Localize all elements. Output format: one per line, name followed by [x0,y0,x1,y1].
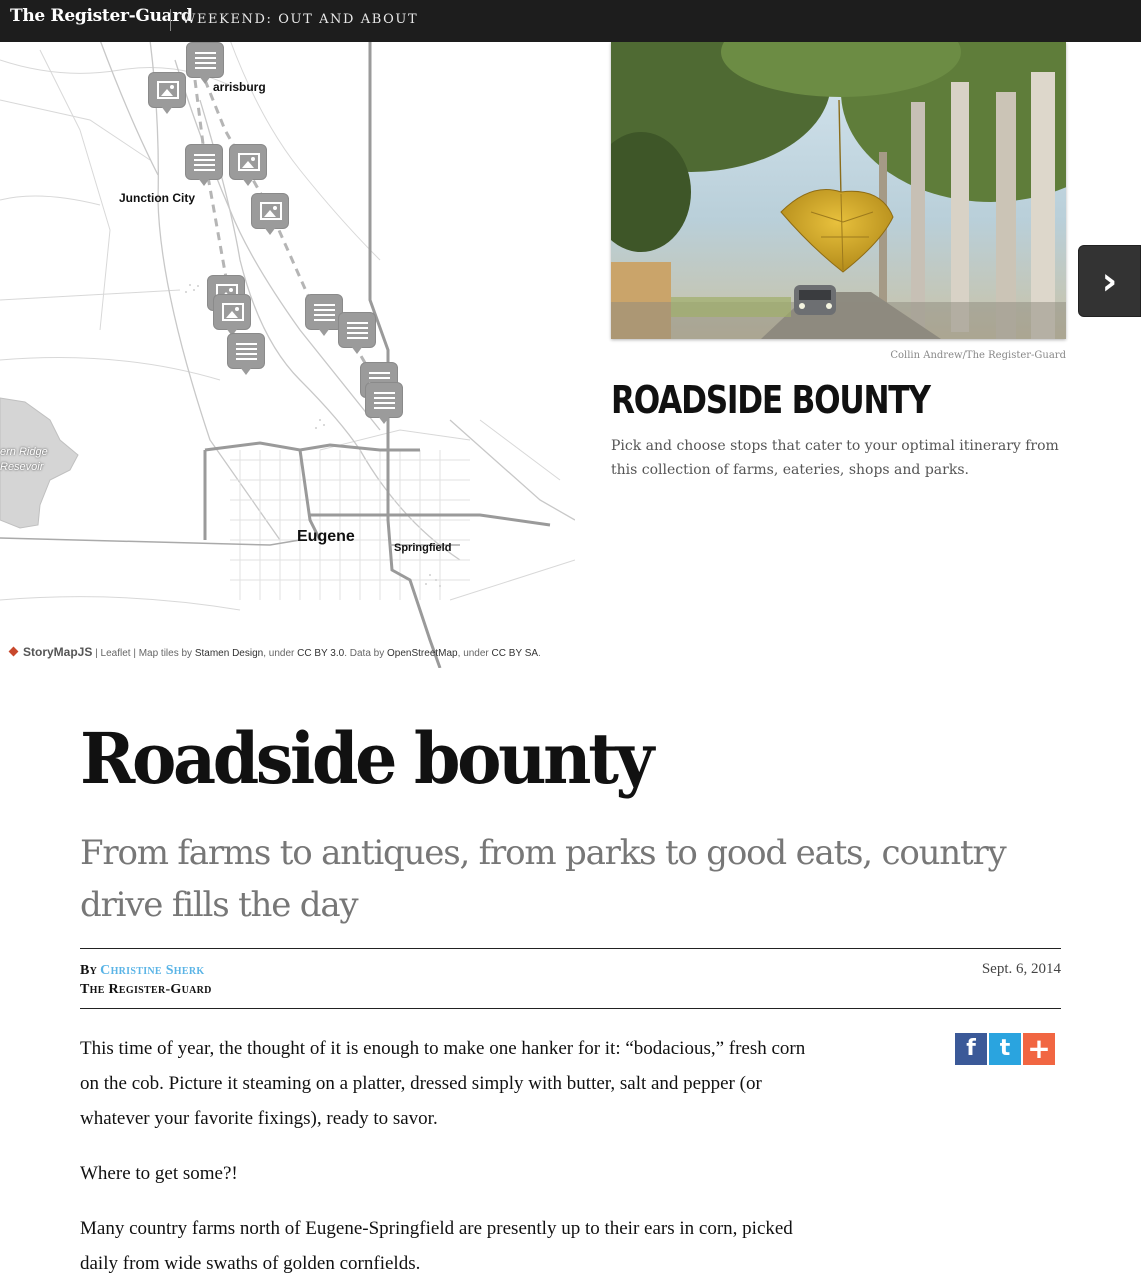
attribution-text: under [268,648,295,659]
map-marker-image[interactable] [213,294,253,336]
map-marker-text[interactable] [365,382,405,424]
article-paragraph: This time of year, the thought of it is … [80,1038,806,1129]
article-body: This time of year, the thought of it is … [80,1031,820,1279]
header-divider [170,9,171,31]
article-paragraph: Many country farms north of Eugene-Sprin… [80,1218,793,1274]
site-header: The Register-Guard WEEKEND: OUT AND ABOU… [0,0,1141,42]
byline: By Christine Sherk The Register-Guard [80,961,212,999]
osm-link[interactable]: OpenStreetMap [387,648,458,659]
leaf-photo-illustration [611,42,1066,339]
map-label-reservoir: Resevoir [0,461,44,473]
map-label-junction-city: Junction City [119,191,196,205]
article-headline: Roadside bounty [80,717,654,800]
map-marker-text[interactable] [186,42,226,84]
slide-description: Pick and choose stops that cater to your… [611,438,1059,478]
facebook-icon: f [966,1036,976,1061]
byline-outlet: The Register-Guard [80,982,212,997]
article-subhead: From farms to antiques, from parks to go… [80,833,1007,925]
photo-credit: Collin Andrew/The Register-Guard [890,350,1066,361]
slide-title: ROADSIDE BOUNTY [611,378,931,422]
more-share-button[interactable]: + [1023,1033,1055,1065]
cc-by-link[interactable]: CC BY 3.0 [297,648,344,659]
facebook-share-button[interactable]: f [955,1033,987,1065]
article-paragraph: Where to get some?! [80,1163,238,1184]
publish-date: Sept. 6, 2014 [981,961,1061,977]
chevron-right-icon: › [1101,259,1118,303]
twitter-share-button[interactable]: t [989,1033,1021,1065]
stamen-link[interactable]: Stamen Design [195,648,263,659]
map-marker-image[interactable] [251,193,291,235]
author-link[interactable]: Christine Sherk [100,963,204,978]
map-marker-text[interactable] [185,144,225,186]
map-marker-text[interactable] [338,312,378,354]
byline-rule-top [80,948,1061,949]
site-logo[interactable]: The Register-Guard [10,6,193,26]
map-label-springfield: Springfield [394,542,452,554]
attribution-text: Map tiles by [138,648,193,659]
map-marker-image[interactable] [229,144,269,186]
section-title: WEEKEND: OUT AND ABOUT [182,12,419,27]
attribution-text: under [463,648,489,659]
map-label-harrisburg: arrisburg [213,80,266,94]
next-slide-button[interactable]: › [1078,245,1141,317]
map-tiles [0,0,575,668]
share-buttons: f t + [955,1033,1057,1065]
map-marker-image[interactable] [148,72,188,114]
story-map[interactable]: arrisburg Junction City Eugene Springfie… [0,0,575,668]
leaflet-link[interactable]: Leaflet [101,648,131,659]
map-attribution: StoryMapJS | Leaflet | Map tiles by Stam… [8,645,541,659]
cc-by-sa-link[interactable]: CC BY SA [492,648,539,659]
plus-icon: + [1027,1032,1051,1065]
byline-by: By [80,963,98,978]
map-label-fern-ridge: ern Ridge [0,446,48,458]
byline-rule-bottom [80,1008,1061,1009]
map-label-eugene: Eugene [297,528,355,545]
storymapjs-logo-icon [8,646,19,657]
attribution-text: Data by [349,648,385,659]
map-marker-text[interactable] [227,333,267,375]
slide-photo [611,42,1066,339]
twitter-icon: t [999,1036,1011,1061]
storymapjs-link[interactable]: StoryMapJS [23,645,92,659]
